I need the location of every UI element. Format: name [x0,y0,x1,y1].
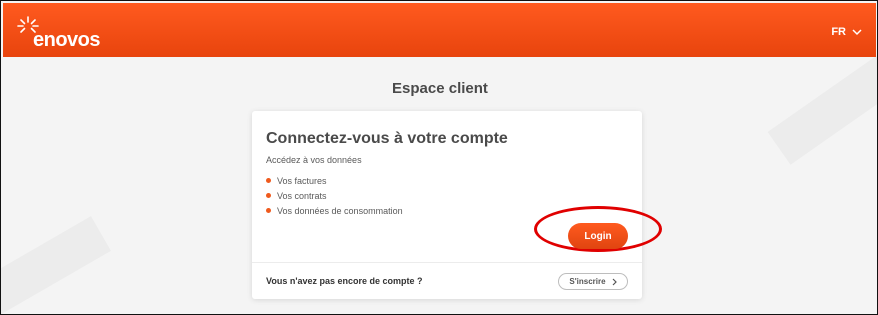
language-label: FR [831,26,846,38]
signup-button[interactable]: S'inscrire [558,273,628,290]
list-item: Vos données de consommation [266,203,403,218]
brand-name: enovos [33,29,101,51]
browser-frame: enovos FR Espace client Connectez-vous à… [0,0,878,315]
benefits-list: Vos factures Vos contrats Vos données de… [266,173,403,218]
chevron-down-icon [852,28,862,35]
page-title: Espace client [392,80,488,97]
background-shape-left [1,216,111,314]
signup-label: S'inscrire [569,277,606,286]
login-card: Connectez-vous à votre compte Accédez à … [252,111,662,299]
card-subtitle: Accédez à vos données [266,155,362,165]
list-item: Vos contrats [266,188,403,203]
chevron-right-icon [612,278,617,285]
list-item: Vos factures [266,173,403,188]
no-account-text: Vous n'avez pas encore de compte ? [266,276,423,286]
language-selector[interactable]: FR [831,26,862,38]
login-button[interactable]: Login [568,223,628,249]
bullet-icon [266,193,271,198]
bullet-icon [266,178,271,183]
card-title: Connectez-vous à votre compte [266,130,508,147]
bullet-icon [266,208,271,213]
divider [252,262,642,263]
site-header: enovos FR [3,3,876,57]
